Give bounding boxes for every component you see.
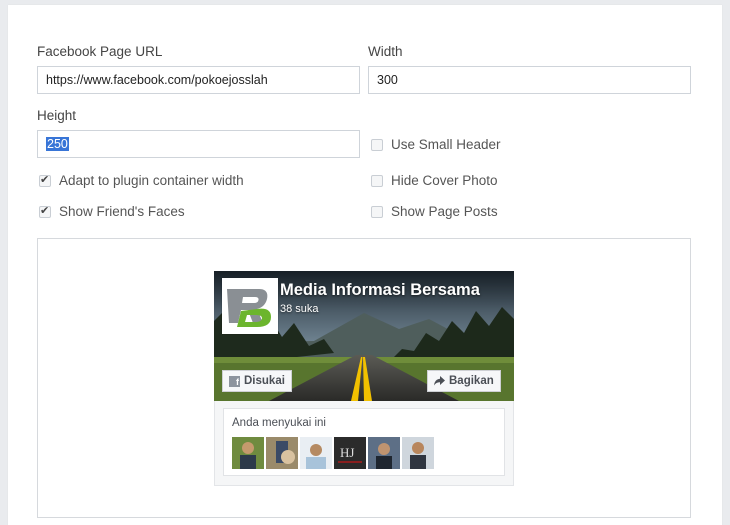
option-label: Adapt to plugin container width — [59, 173, 244, 188]
friend-avatars: HJ — [232, 437, 434, 469]
url-input[interactable]: https://www.facebook.com/pokoejosslah — [37, 66, 360, 94]
option-show-faces[interactable]: Show Friend's Faces — [39, 204, 185, 219]
social-card: Anda menyukai ini HJ — [223, 408, 505, 476]
checkbox-show-faces[interactable] — [39, 204, 51, 218]
width-input[interactable]: 300 — [368, 66, 691, 94]
friend-avatar[interactable] — [402, 437, 434, 469]
liked-button[interactable]: f Disukai — [222, 370, 292, 392]
share-button[interactable]: Bagikan — [427, 370, 501, 392]
option-adapt-width[interactable]: Adapt to plugin container width — [39, 173, 244, 188]
facebook-f-icon: f — [229, 375, 240, 387]
checkbox-adapt-width[interactable] — [39, 173, 51, 187]
friend-avatar[interactable] — [232, 437, 264, 469]
option-label: Use Small Header — [391, 137, 501, 152]
page-likes: 38 suka — [280, 303, 319, 315]
height-value-selected: 250 — [46, 137, 69, 151]
page-logo[interactable] — [222, 278, 278, 334]
friend-avatar[interactable] — [368, 437, 400, 469]
checkbox-hide-cover[interactable] — [371, 174, 383, 187]
share-arrow-icon — [434, 376, 445, 386]
friend-avatar[interactable] — [300, 437, 332, 469]
option-label: Show Page Posts — [391, 204, 498, 219]
option-hide-cover[interactable]: Hide Cover Photo — [371, 173, 498, 188]
option-label: Show Friend's Faces — [59, 204, 185, 219]
width-label: Width — [368, 44, 403, 59]
plugin-preview: Media Informasi Bersama 38 suka f Disuka… — [37, 238, 691, 518]
share-button-label: Bagikan — [449, 375, 494, 387]
checkbox-show-posts[interactable] — [371, 205, 383, 218]
plugin-config-panel: Facebook Page URL https://www.facebook.c… — [8, 5, 722, 525]
social-context-text: Anda menyukai ini — [232, 417, 326, 429]
friend-avatar[interactable]: HJ — [334, 437, 366, 469]
height-label: Height — [37, 108, 77, 123]
page-name[interactable]: Media Informasi Bersama — [280, 281, 480, 300]
svg-text:HJ: HJ — [340, 445, 354, 460]
cover-photo: Media Informasi Bersama 38 suka f Disuka… — [214, 271, 514, 401]
friend-avatar[interactable] — [266, 437, 298, 469]
page-logo-image — [223, 279, 277, 333]
checkbox-small-header[interactable] — [371, 138, 383, 151]
option-show-posts[interactable]: Show Page Posts — [371, 204, 498, 219]
option-use-small-header[interactable]: Use Small Header — [371, 137, 501, 152]
height-input[interactable]: 250 — [37, 130, 360, 158]
facebook-page-widget: Media Informasi Bersama 38 suka f Disuka… — [214, 271, 514, 486]
social-context: Anda menyukai ini HJ — [214, 401, 514, 486]
url-label: Facebook Page URL — [37, 44, 163, 59]
option-label: Hide Cover Photo — [391, 173, 498, 188]
liked-button-label: Disukai — [244, 375, 285, 387]
